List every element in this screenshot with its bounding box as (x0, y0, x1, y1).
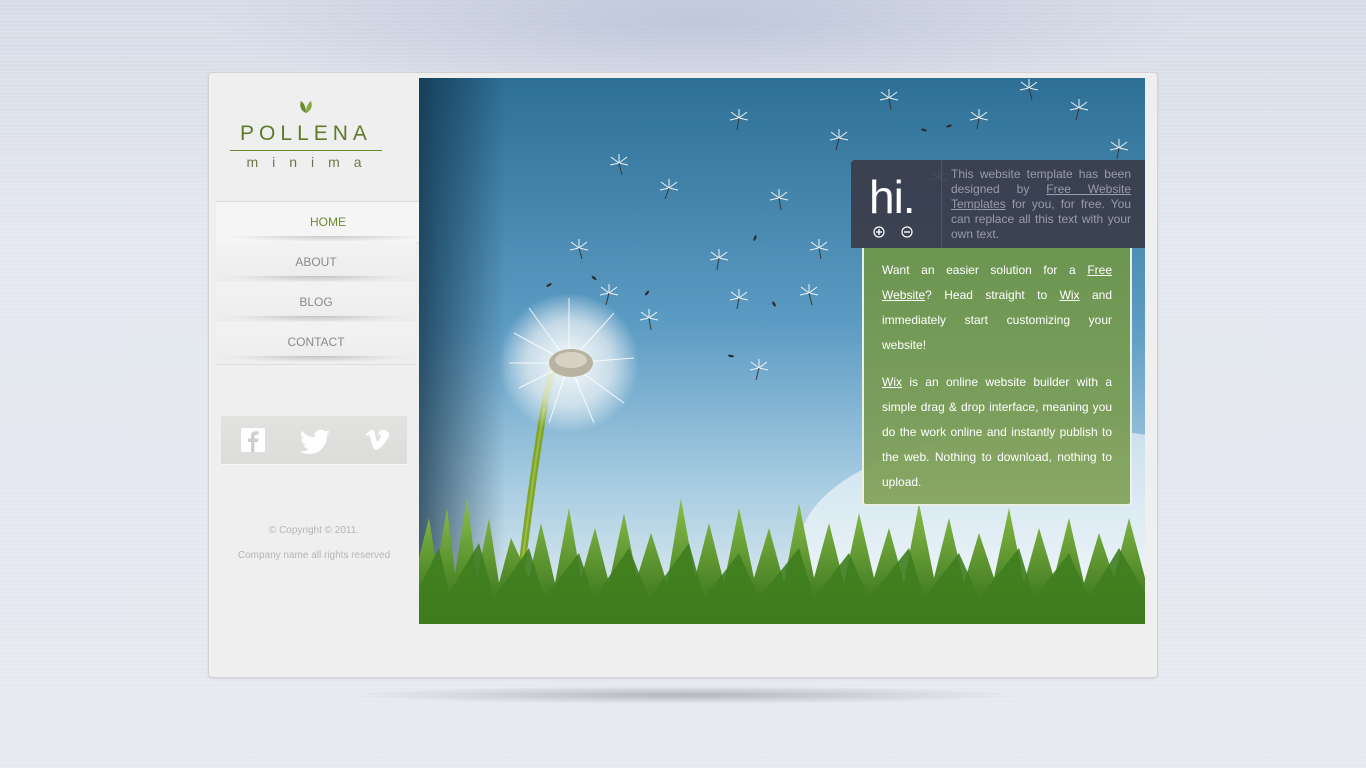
main-nav: HOME ▶ ABOUT BLOG CONTACT (216, 201, 440, 365)
promo-text: ? Head straight to (925, 288, 1060, 302)
promo-panel: Want an easier solution for a Free Websi… (862, 248, 1132, 506)
vimeo-icon[interactable] (363, 426, 391, 454)
promo-text: Want an easier solution for a (882, 263, 1088, 277)
promo-text: is an online website builder with a simp… (882, 375, 1112, 489)
promo-paragraph-1: Want an easier solution for a Free Websi… (882, 258, 1112, 358)
rights-line: Company name all rights reserved (237, 550, 391, 561)
leaf-icon (300, 101, 312, 113)
social-bar (221, 416, 407, 465)
logo-divider (230, 150, 382, 151)
nav-item-about[interactable]: ABOUT (216, 242, 416, 282)
nav-item-label: HOME (310, 215, 346, 229)
copyright-line: © Copyright © 2011. (268, 525, 360, 536)
intro-text: This website template has been designed … (951, 167, 1131, 242)
minus-circle-icon[interactable] (901, 226, 913, 238)
site-logo[interactable]: POLLENA minima (230, 96, 382, 176)
nav-item-home[interactable]: HOME ▶ (216, 201, 440, 242)
wix-link[interactable]: Wix (882, 375, 902, 389)
nav-item-blog[interactable]: BLOG (216, 282, 416, 322)
nav-item-contact[interactable]: CONTACT (216, 322, 416, 362)
copyright: © Copyright © 2011. Company name all rig… (216, 518, 412, 568)
plus-circle-icon[interactable] (873, 226, 885, 238)
nav-item-label: BLOG (299, 295, 333, 309)
intro-panel: hi. This website template has been desig… (851, 160, 1145, 248)
brand-name: POLLENA (240, 122, 372, 145)
promo-paragraph-2: Wix is an online website builder with a … (882, 370, 1112, 495)
intro-heading: hi. (869, 171, 916, 223)
twitter-icon[interactable] (297, 426, 333, 454)
nav-item-label: CONTACT (287, 335, 345, 349)
frame-shadow (350, 686, 1020, 704)
nav-divider (216, 364, 416, 365)
panel-divider (941, 160, 942, 248)
brand-tagline: minima (246, 154, 376, 170)
nav-item-label: ABOUT (295, 255, 337, 269)
facebook-icon[interactable] (239, 426, 267, 454)
wix-link[interactable]: Wix (1060, 288, 1080, 302)
